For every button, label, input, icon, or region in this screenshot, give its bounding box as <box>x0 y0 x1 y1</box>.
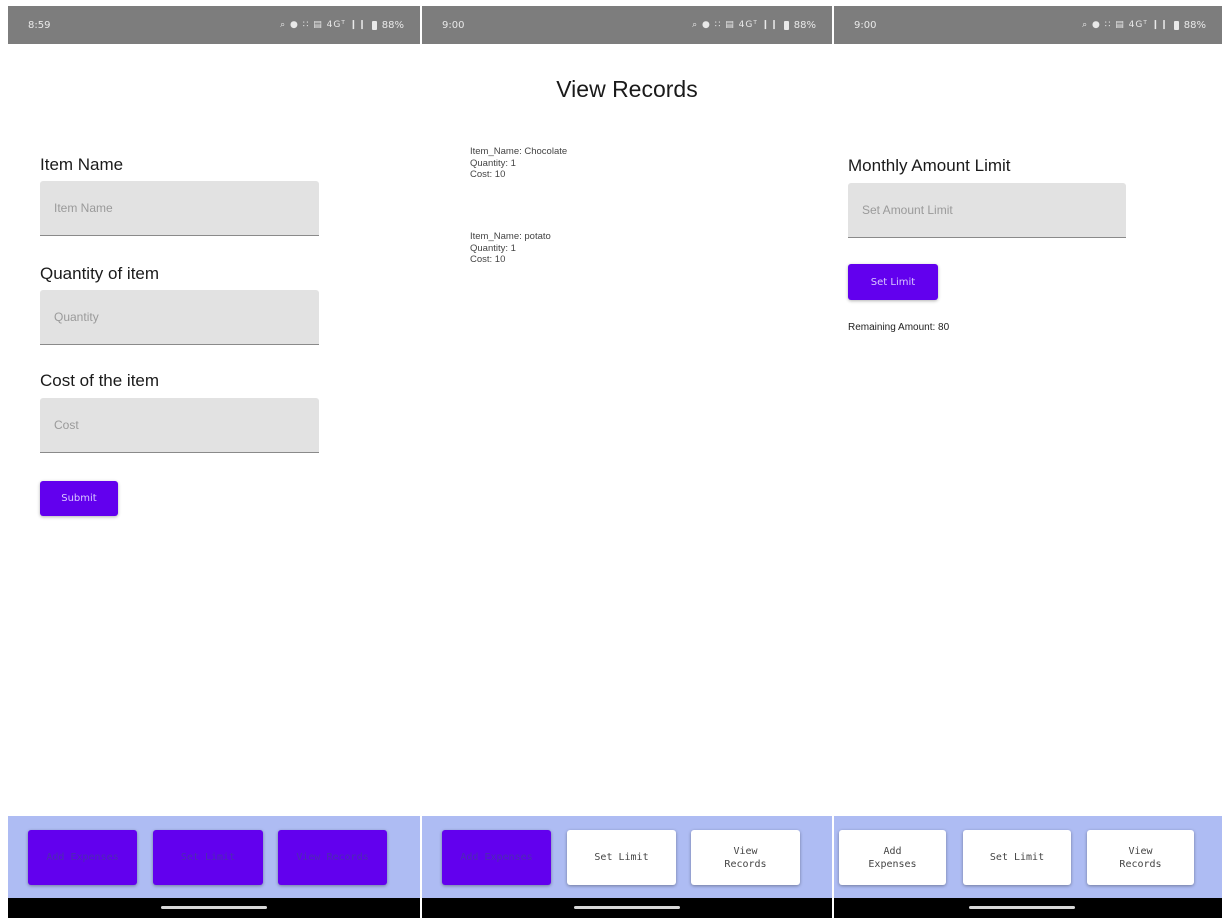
status-bar: 9:00 ⌕ ● ∷ ▤ 4Gᵀ ❙❙ 88% <box>422 6 832 44</box>
status-indicator-icons: ⌕ ● ∷ ▤ 4Gᵀ ❙❙ <box>692 20 779 30</box>
status-time: 9:00 <box>442 19 465 31</box>
nav-set-limit-button[interactable]: Set Limit <box>567 830 676 885</box>
page-title: View Records <box>556 76 698 102</box>
status-time: 8:59 <box>28 19 51 31</box>
cost-label: Cost of the item <box>40 371 160 390</box>
record-quantity: Quantity: 1 <box>470 242 516 254</box>
gesture-bar <box>834 898 1222 918</box>
nav-view-records-button[interactable]: View Records <box>691 830 800 885</box>
status-time: 9:00 <box>854 19 877 31</box>
gesture-bar <box>422 898 832 918</box>
item-name-input[interactable] <box>40 181 319 236</box>
quantity-input[interactable] <box>40 290 319 345</box>
bottom-nav: Add Expenses Set Limit View Records <box>422 816 832 898</box>
status-indicator-icons: ⌕ ● ∷ ▤ 4Gᵀ ❙❙ <box>280 20 367 30</box>
set-limit-button[interactable]: Set Limit <box>848 264 938 300</box>
bottom-nav: Add Expenses Set Limit View Records <box>834 816 1222 898</box>
record-cost: Cost: 10 <box>470 254 506 265</box>
gesture-bar <box>8 898 420 918</box>
battery-level: 88% <box>1183 19 1206 31</box>
home-gesture-handle[interactable] <box>969 906 1075 909</box>
battery-level: 88% <box>793 19 816 31</box>
add-expenses-screen: 8:59 ⌕ ● ∷ ▤ 4Gᵀ ❙❙ 88% Item Name Quanti… <box>8 0 420 918</box>
remaining-amount: Remaining Amount: 80 <box>848 322 950 333</box>
submit-button[interactable]: Submit <box>40 481 118 516</box>
nav-set-limit-button[interactable]: Set Limit <box>963 830 1071 885</box>
nav-add-expenses-button[interactable]: Add Expenses <box>442 830 551 885</box>
nav-add-expenses-button[interactable]: Add Expenses <box>28 830 137 885</box>
set-limit-screen: 9:00 ⌕ ● ∷ ▤ 4Gᵀ ❙❙ 88% Monthly Amount L… <box>834 0 1222 918</box>
record-item-name: Item_Name: potato <box>470 231 551 242</box>
status-indicator-icons: ⌕ ● ∷ ▤ 4Gᵀ ❙❙ <box>1082 20 1169 30</box>
record-quantity: Quantity: 1 <box>470 157 516 169</box>
nav-view-records-button[interactable]: View Records <box>278 830 387 885</box>
record-item: Item_Name: Chocolate Quantity: 1 Cost: 1… <box>470 146 567 181</box>
battery-icon <box>1173 20 1179 30</box>
quantity-label: Quantity of item <box>40 264 160 283</box>
view-records-screen: 9:00 ⌕ ● ∷ ▤ 4Gᵀ ❙❙ 88% View Records Ite… <box>422 0 832 918</box>
status-icons: ⌕ ● ∷ ▤ 4Gᵀ ❙❙ 88% <box>692 20 816 31</box>
home-gesture-handle[interactable] <box>574 906 680 909</box>
amount-limit-input[interactable] <box>848 183 1126 238</box>
status-icons: ⌕ ● ∷ ▤ 4Gᵀ ❙❙ 88% <box>280 20 404 31</box>
record-item-name: Item_Name: Chocolate <box>470 146 568 157</box>
cost-input[interactable] <box>40 398 319 453</box>
home-gesture-handle[interactable] <box>161 906 267 909</box>
record-item: Item_Name: potato Quantity: 1 Cost: 10 <box>470 231 551 266</box>
nav-view-records-button[interactable]: View Records <box>1087 830 1194 885</box>
status-bar: 9:00 ⌕ ● ∷ ▤ 4Gᵀ ❙❙ 88% <box>834 6 1222 44</box>
battery-icon <box>371 20 377 30</box>
nav-add-expenses-button[interactable]: Add Expenses <box>839 830 946 885</box>
nav-set-limit-button[interactable]: Set Limit <box>153 830 263 885</box>
status-icons: ⌕ ● ∷ ▤ 4Gᵀ ❙❙ 88% <box>1082 20 1206 31</box>
bottom-nav: Add Expenses Set Limit View Records <box>8 816 420 898</box>
status-bar: 8:59 ⌕ ● ∷ ▤ 4Gᵀ ❙❙ 88% <box>8 6 420 44</box>
record-cost: Cost: 10 <box>470 169 506 180</box>
battery-icon <box>783 20 789 30</box>
monthly-limit-label: Monthly Amount Limit <box>848 156 1011 175</box>
battery-level: 88% <box>381 19 404 31</box>
item-name-label: Item Name <box>40 155 124 174</box>
